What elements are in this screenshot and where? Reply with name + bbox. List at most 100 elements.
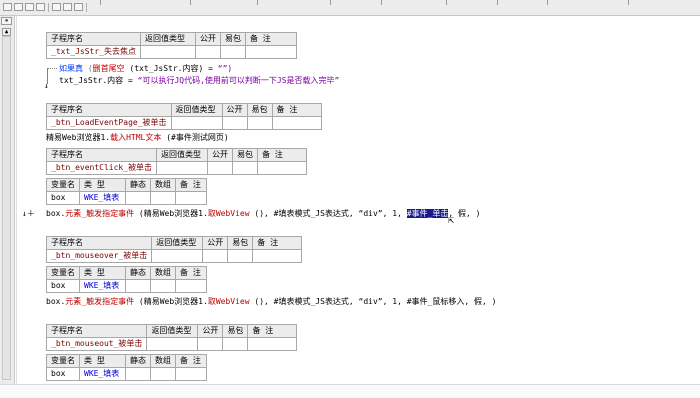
col-return-type: 返回值类型 [156, 148, 209, 162]
return-type-cell[interactable] [151, 249, 204, 263]
public-cell[interactable] [207, 161, 234, 175]
sub-header-table: 子程序名 返回值类型 公开 易包 备 注 _txt_JsStr_失去焦点 [46, 32, 297, 59]
array-cell[interactable] [150, 367, 176, 381]
var-type-cell[interactable]: WKE_填表 [79, 367, 126, 381]
code-line-mouseover[interactable]: box.元素_触发指定事件 (精易Web浏览器1.取WebView (), #填… [46, 296, 496, 307]
easy-cell[interactable] [246, 116, 273, 130]
var-type-cell[interactable]: WKE_填表 [79, 191, 126, 205]
col-sub-name: 子程序名 [45, 324, 148, 338]
return-type-cell[interactable] [146, 337, 199, 351]
argument: (精易Web浏览器1. [138, 209, 208, 218]
selected-text[interactable]: #事件_单击 [406, 209, 449, 218]
array-cell[interactable] [150, 191, 176, 205]
array-cell[interactable] [150, 279, 176, 293]
return-type-cell[interactable] [170, 116, 223, 130]
note-cell[interactable] [247, 337, 298, 351]
return-type-cell[interactable] [139, 45, 196, 59]
object-ref: 精易Web浏览器1. [46, 133, 111, 142]
method-name: 载入HTML文本 [110, 133, 162, 142]
var-name-cell[interactable]: box [46, 191, 80, 205]
col-static: 静态 [125, 178, 151, 192]
col-return-type: 返回值类型 [151, 236, 204, 250]
public-cell[interactable] [194, 45, 221, 59]
scroll-up-icon[interactable]: ▲ [2, 28, 11, 36]
assign-target: txt_JsStr.内容 [59, 76, 124, 85]
flow-line [47, 68, 57, 70]
col-sub-name: 子程序名 [45, 148, 158, 162]
col-array: 数组 [150, 354, 176, 368]
col-note: 备 注 [244, 32, 297, 46]
code-line-assign[interactable]: txt_JsStr.内容 = “可以执行JQ代码,使用前可以判断一下JS是否载入… [59, 75, 339, 86]
toolbar-button[interactable] [63, 3, 72, 11]
var-type-cell[interactable]: WKE_填表 [79, 279, 126, 293]
ruler-mark [190, 0, 191, 5]
static-cell[interactable] [125, 367, 151, 381]
note-cell[interactable] [257, 161, 308, 175]
ruler-mark [381, 0, 382, 5]
var-table: 变量名 类 型 静态 数组 备 注 box WKE_填表 [46, 266, 207, 293]
public-cell[interactable] [197, 337, 224, 351]
static-cell[interactable] [125, 279, 151, 293]
col-static: 静态 [125, 266, 151, 280]
col-sub-name: 子程序名 [46, 32, 141, 46]
var-note-cell[interactable] [175, 367, 207, 381]
object-ref: box. [46, 297, 66, 306]
note-cell[interactable] [252, 249, 303, 263]
toolbar-button[interactable] [25, 3, 34, 11]
operator: = [128, 76, 133, 85]
argument: (txt_JsStr.内容) [129, 64, 204, 73]
col-var-name: 变量名 [46, 354, 80, 368]
sub-name-cell[interactable]: _txt_JsStr_失去焦点 [46, 45, 141, 59]
ruler-mark [547, 0, 548, 5]
var-table: 变量名 类 型 静态 数组 备 注 box WKE_填表 [46, 354, 207, 381]
static-cell[interactable] [125, 191, 151, 205]
sub-name-cell[interactable]: _btn_mouseout_被单击 [45, 337, 148, 351]
sub-name-cell[interactable]: _btn_eventClick_被单击 [45, 161, 158, 175]
var-note-cell[interactable] [175, 279, 207, 293]
ruler-mark [446, 0, 447, 5]
public-cell[interactable] [202, 249, 229, 263]
code-line-load[interactable]: 精易Web浏览器1.载入HTML文本 (#事件测试网页) [46, 132, 229, 143]
vertical-scrollbar[interactable] [2, 36, 11, 380]
col-sub-name: 子程序名 [46, 103, 172, 117]
var-name-cell[interactable]: box [46, 279, 80, 293]
toolbar-separator [86, 3, 87, 12]
gutter-divider [16, 16, 17, 384]
argument: (精易Web浏览器1. [138, 297, 208, 306]
toolbar-button[interactable] [74, 3, 83, 11]
var-note-cell[interactable] [175, 191, 207, 205]
breakpoint-marker[interactable]: ↓＋ [22, 208, 35, 219]
gutter-toggle-icon[interactable]: ▪ [1, 17, 12, 25]
sub-header-table: 子程序名 返回值类型 公开 易包 备 注 _btn_mouseout_被单击 [45, 324, 298, 351]
toolbar-button[interactable] [52, 3, 61, 11]
note-cell[interactable] [244, 45, 297, 59]
return-type-cell[interactable] [156, 161, 209, 175]
ruler-mark [257, 0, 258, 5]
col-var-type: 类 型 [79, 266, 126, 280]
toolbar-separator [48, 3, 49, 12]
argument: (), #填表模式_JS表达式, “div”, 1, [254, 209, 402, 218]
sub-name-cell[interactable]: _btn_LoadEventPage_被单击 [46, 116, 172, 130]
var-name-cell[interactable]: box [46, 367, 80, 381]
object-ref: box. [46, 209, 66, 218]
toolbar-button[interactable] [14, 3, 23, 11]
public-cell[interactable] [221, 116, 248, 130]
easy-cell[interactable] [227, 249, 254, 263]
code-line-if[interactable]: 如果真 (删首尾空 (txt_JsStr.内容) = “”) [59, 63, 232, 74]
note-cell[interactable] [271, 116, 322, 130]
easy-cell[interactable] [232, 161, 259, 175]
easy-cell[interactable] [219, 45, 246, 59]
toolbar [0, 0, 700, 16]
code-line-click[interactable]: box.元素_触发指定事件 (精易Web浏览器1.取WebView (), #填… [46, 208, 480, 219]
col-easy: 易包 [222, 324, 249, 338]
col-easy: 易包 [246, 103, 273, 117]
easy-cell[interactable] [222, 337, 249, 351]
col-var-name: 变量名 [46, 266, 80, 280]
col-return-type: 返回值类型 [170, 103, 223, 117]
ruler-mark [497, 0, 498, 5]
col-static: 静态 [125, 354, 151, 368]
toolbar-button[interactable] [36, 3, 45, 11]
toolbar-button[interactable] [3, 3, 12, 11]
sub-name-cell[interactable]: _btn_mouseover_被单击 [45, 249, 153, 263]
col-public: 公开 [221, 103, 248, 117]
